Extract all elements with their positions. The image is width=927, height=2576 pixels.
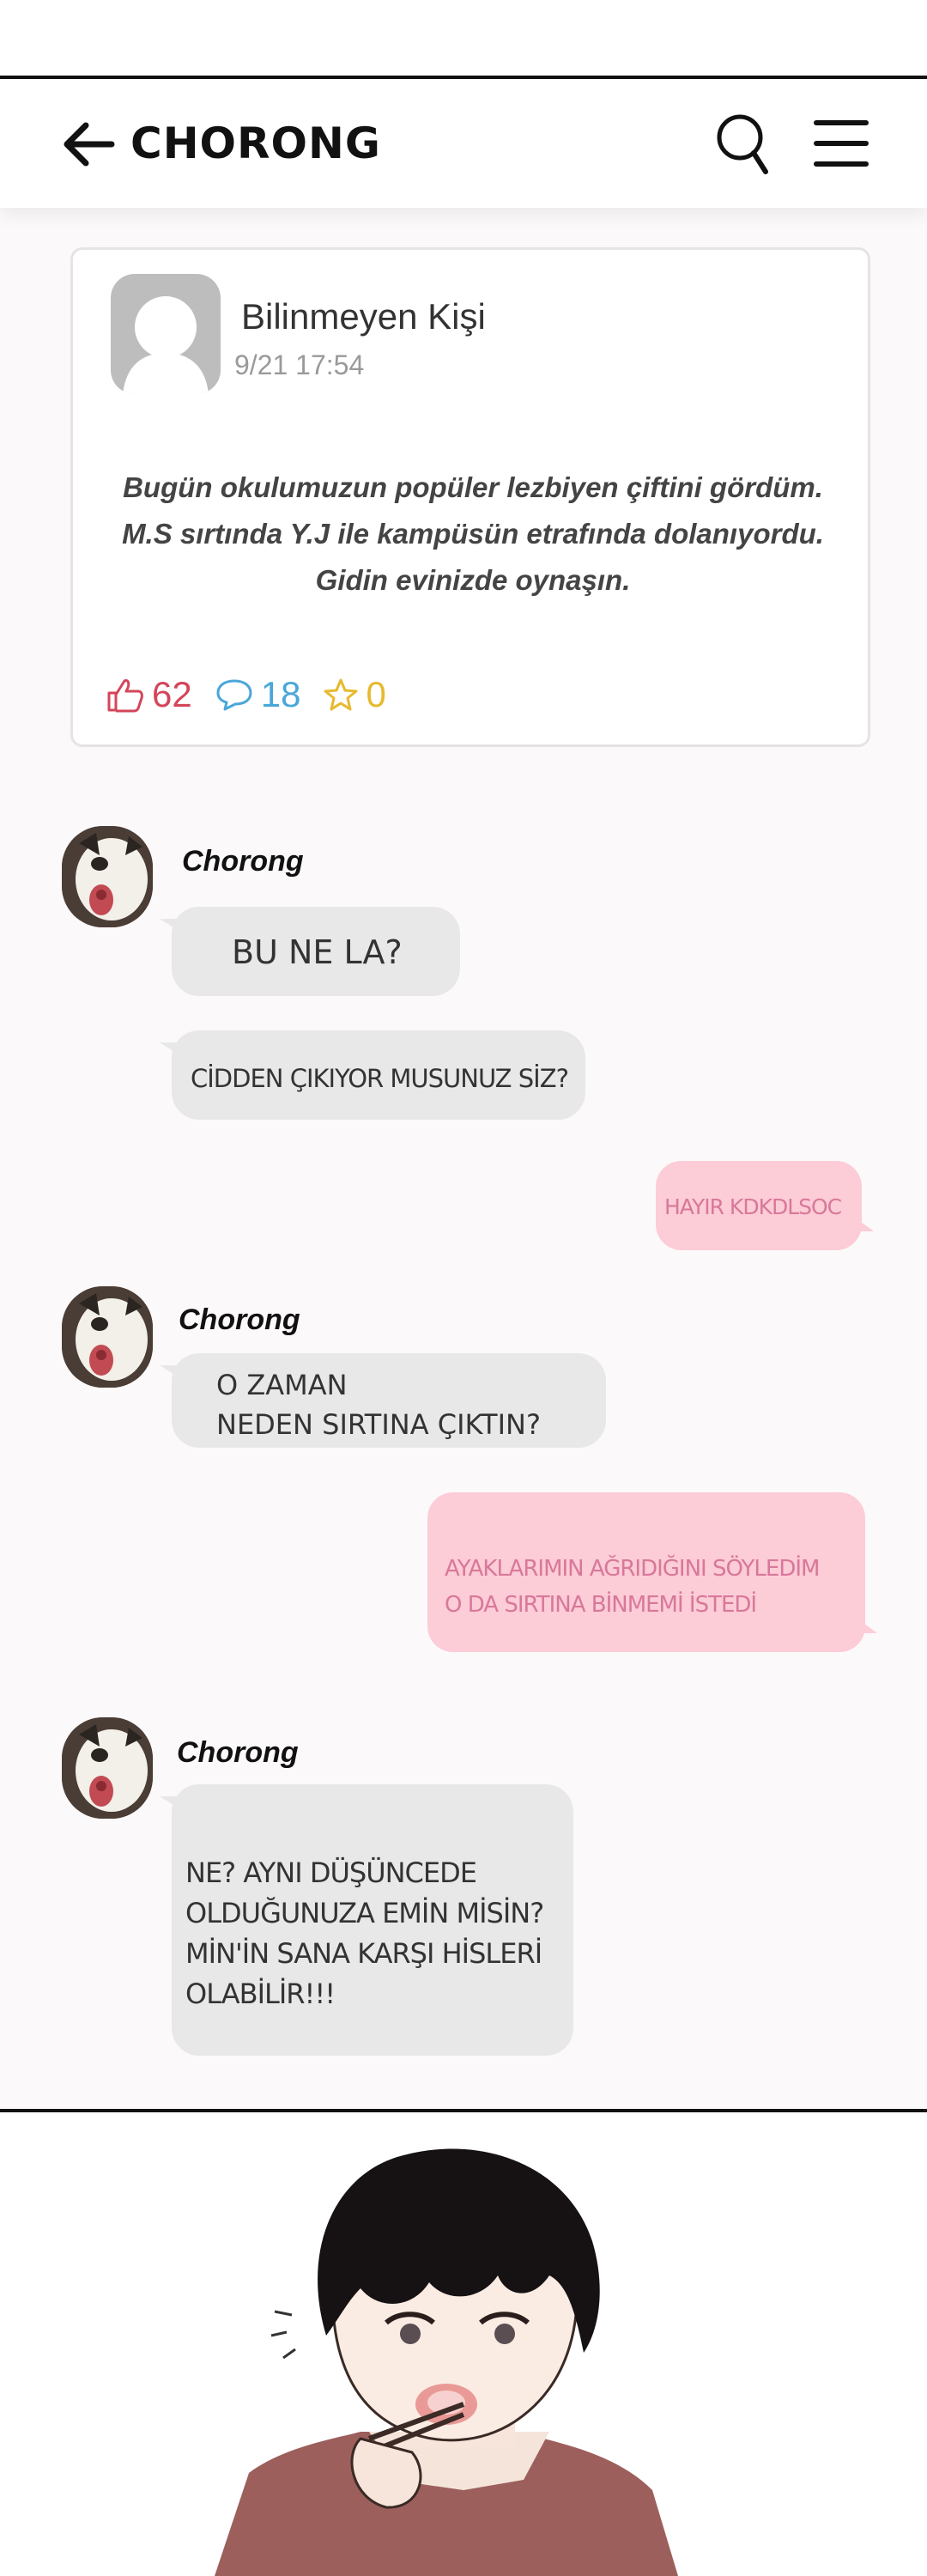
speech-bubble-icon — [216, 679, 252, 711]
page-title: CHORONG — [130, 118, 381, 168]
message-text: NE? AYNI DÜŞÜNCEDE OLDUĞUNUZA EMİN MİSİN?… — [185, 1853, 544, 2014]
cat-avatar[interactable] — [62, 1286, 153, 1388]
thumbs-up-icon — [107, 679, 143, 713]
comment-button[interactable]: 18 — [215, 674, 301, 715]
post-body-line: Bugün okulumuzun popüler lezbiyen çiftin… — [123, 471, 823, 503]
star-icon — [324, 678, 358, 711]
star-count: 0 — [366, 674, 386, 714]
post-body-line: Gidin evinizde oynaşın. — [315, 564, 631, 596]
sender-name: Chorong — [182, 845, 304, 878]
outgoing-message[interactable]: AYAKLARIMIN AĞRIDIĞINI SÖYLEDİM O DA SIRT… — [427, 1492, 877, 1652]
post-body-line: M.S sırtında Y.J ile kampüsün etrafında … — [122, 518, 824, 550]
message-text: O ZAMAN NEDEN SIRTINA ÇIKTIN? — [216, 1365, 541, 1444]
search-icon[interactable] — [714, 112, 771, 177]
app-header: CHORONG — [0, 79, 927, 208]
anonymous-post-card[interactable]: Bilinmeyen Kişi 9/21 17:54 Bugün okulumu… — [70, 247, 870, 747]
incoming-message[interactable]: BU NE LA? — [160, 907, 460, 996]
sender-name: Chorong — [179, 1303, 300, 1336]
hamburger-menu-icon[interactable] — [810, 117, 872, 170]
arrow-left-icon[interactable] — [60, 118, 117, 170]
message-line: O ZAMAN — [216, 1369, 348, 1401]
favorite-button[interactable]: 0 — [323, 674, 386, 715]
incoming-message[interactable]: CİDDEN ÇIKIYOR MUSUNUZ SİZ? — [160, 1030, 585, 1120]
message-line: O DA SIRTINA BİNMEMİ İSTEDİ — [445, 1592, 757, 1618]
cat-avatar[interactable] — [62, 826, 153, 927]
message-line: OLDUĞUNUZA EMİN MİSİN? — [185, 1897, 544, 1929]
post-body: Bugün okulumuzun popüler lezbiyen çiftin… — [99, 465, 847, 604]
message-text: CİDDEN ÇIKIYOR MUSUNUZ SİZ? — [191, 1064, 569, 1093]
outgoing-message[interactable]: HAYIR KDKDLSOC — [656, 1161, 874, 1250]
cat-avatar[interactable] — [62, 1717, 153, 1819]
message-line: NE? AYNI DÜŞÜNCEDE — [185, 1856, 477, 1889]
post-stats: 62 18 0 — [106, 669, 409, 720]
incoming-message[interactable]: O ZAMAN NEDEN SIRTINA ÇIKTIN? — [160, 1353, 606, 1448]
message-line: AYAKLARIMIN AĞRIDIĞINI SÖYLEDİM — [445, 1556, 820, 1582]
sender-name: Chorong — [177, 1736, 299, 1769]
message-text: HAYIR KDKDLSOC — [664, 1194, 842, 1219]
phone-screen: CHORONG Bilinmeyen Kişi 9/21 17:54 Bugün… — [0, 79, 927, 2109]
post-timestamp: 9/21 17:54 — [234, 349, 365, 380]
default-avatar-icon — [111, 274, 221, 394]
comment-count: 18 — [260, 674, 301, 714]
comic-character-illustration — [0, 2112, 927, 2576]
like-count: 62 — [152, 674, 192, 714]
post-author: Bilinmeyen Kişi — [241, 296, 486, 337]
incoming-message[interactable]: NE? AYNI DÜŞÜNCEDE OLDUĞUNUZA EMİN MİSİN?… — [160, 1784, 573, 2056]
message-line: MİN'İN SANA KARŞI HİSLERİ — [185, 1937, 542, 1970]
message-text: AYAKLARIMIN AĞRIDIĞINI SÖYLEDİM O DA SIRT… — [445, 1551, 820, 1623]
message-line: NEDEN SIRTINA ÇIKTIN? — [216, 1408, 541, 1441]
like-button[interactable]: 62 — [106, 674, 192, 715]
message-line: OLABİLİR!!! — [185, 1978, 336, 2010]
message-text: BU NE LA? — [232, 933, 403, 971]
